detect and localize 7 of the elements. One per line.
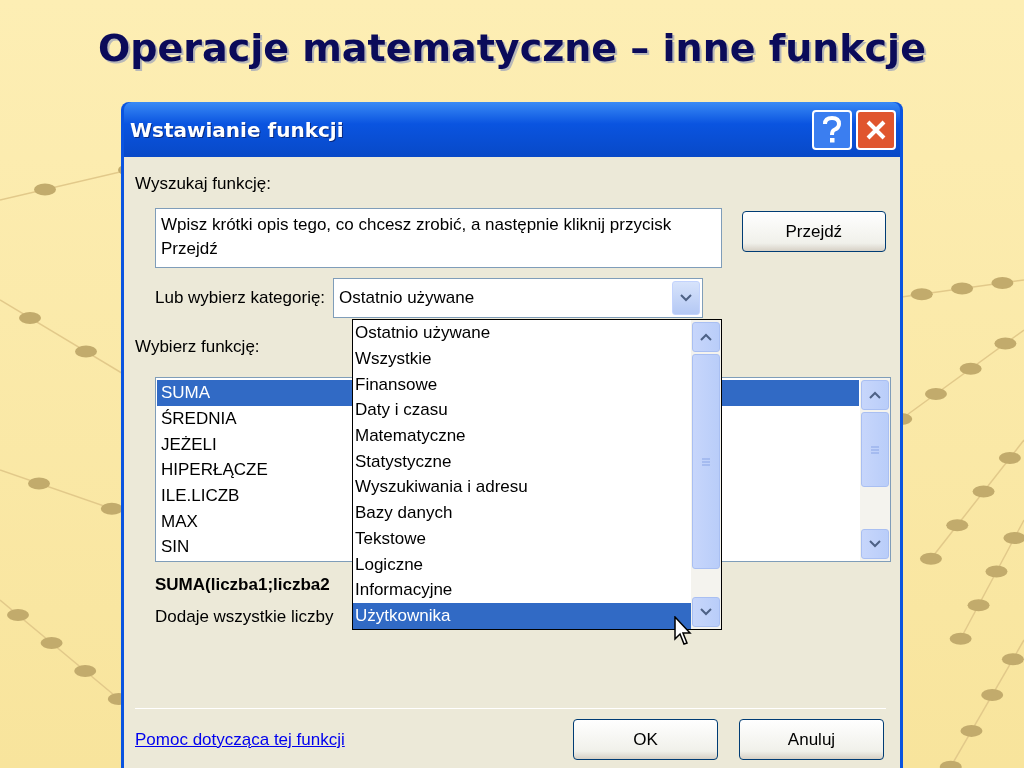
search-label: Wyszukaj funkcję: — [135, 173, 271, 196]
function-syntax: SUMA(liczba1;liczba2 — [155, 574, 330, 597]
function-label: Wybierz funkcję: — [135, 336, 260, 359]
slide-title: Operacje matematyczne – inne funkcje — [98, 26, 926, 72]
function-description: Dodaje wszystkie liczby — [155, 606, 334, 629]
category-label: Lub wybierz kategorię: — [155, 288, 326, 309]
window-title: Wstawianie funkcji — [130, 117, 345, 142]
